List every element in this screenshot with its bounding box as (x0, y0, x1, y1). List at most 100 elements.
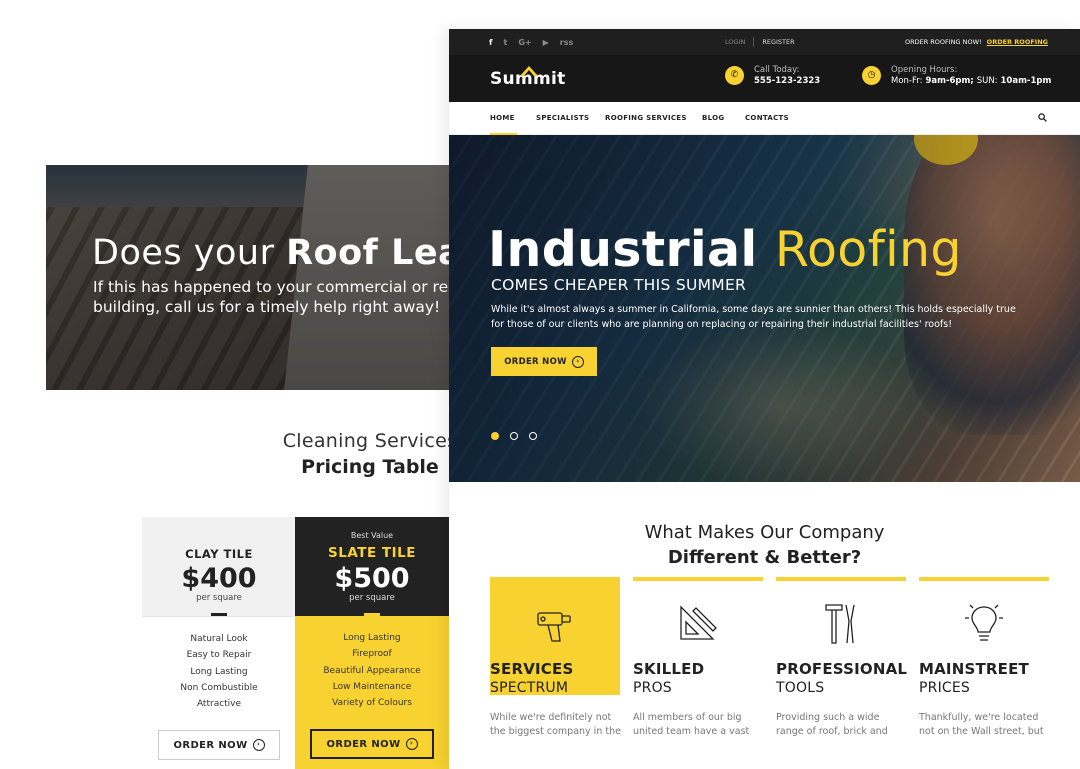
arrow-right-icon: › (405, 738, 418, 751)
pricing-plan-slate: Best Value SLATE TILE $500 per square Lo… (295, 517, 449, 769)
login-link[interactable]: LOGIN (725, 38, 745, 46)
feature-title: MAINSTREET (919, 660, 1029, 678)
plan-feature: Easy to Repair (186, 650, 252, 661)
plan-feature: Long Lasting (190, 666, 248, 677)
feature-mainstreet-prices[interactable]: MAINSTREET PRICES Thankfully, we're loca… (919, 577, 1049, 769)
feature-title: SKILLED (633, 660, 705, 678)
why-us-section: What Makes Our Company Different & Bette… (449, 482, 1080, 769)
plan-feature: Variety of Colours (332, 698, 412, 709)
best-value-badge: Best Value (350, 531, 394, 540)
facebook-icon[interactable]: f (489, 38, 492, 47)
site-logo[interactable]: Summit (490, 66, 566, 89)
roof-leak-banner: Does your Roof Lea If this has happened … (46, 165, 466, 390)
hero-order-now-button[interactable]: ORDER NOW › (491, 347, 597, 376)
feature-subtitle: PROS (633, 680, 672, 696)
feature-skilled-pros[interactable]: SKILLED PROS All members of our big unit… (633, 577, 763, 769)
pricing-plan-clay: CLAY TILE $400 per square Natural Look E… (142, 517, 296, 769)
arrow-right-icon: › (571, 355, 584, 368)
feature-text: All members of our big united team have … (633, 712, 750, 737)
plan-feature: Long Lasting (343, 633, 401, 643)
feature-accent-bar (776, 577, 906, 581)
plan-feature: Attractive (196, 699, 242, 710)
auth-divider (753, 37, 755, 47)
rss-icon[interactable]: rss (560, 38, 573, 47)
hero-subtitle: COMES CHEAPER THIS SUMMER (491, 276, 747, 294)
plan-header: Best Value SLATE TILE $500 per square (295, 517, 449, 616)
plan-unit: per square (349, 593, 395, 603)
main-nav: HOME SPECIALISTS ROOFING SERVICES BLOG C… (449, 102, 1080, 135)
plan-feature: Natural Look (190, 634, 248, 644)
plan-price: $400 (181, 563, 257, 594)
plan-header: CLAY TILE $400 per square (142, 517, 296, 616)
social-links: f t G+ ▶ rss (489, 29, 573, 55)
plan-feature: Fireproof (352, 649, 392, 660)
nav-item-blog[interactable]: BLOG (702, 102, 724, 135)
feature-subtitle: PRICES (919, 680, 971, 696)
call-label: Call Today: (754, 65, 800, 75)
order-now-label: ORDER NOW (173, 739, 248, 751)
slider-dot-3[interactable] (529, 432, 537, 440)
top-order-cta: ORDER ROOFING NOW! ORDER ROOFING (905, 29, 1048, 55)
auth-links: LOGIN REGISTER (725, 29, 795, 55)
feature-title: PROFESSIONAL (776, 660, 908, 678)
plan-unit: per square (196, 593, 242, 603)
plan-name: SLATE TILE (328, 545, 416, 561)
twitter-icon[interactable]: t (503, 38, 507, 47)
feature-text: Thankfully, we're located not on the Wal… (919, 712, 1044, 737)
nav-item-roofing-services[interactable]: ROOFING SERVICES (605, 102, 687, 135)
feature-accent-bar (919, 577, 1049, 581)
site-header: Summit ✆ Call Today: 555-123-2323 ◷ Open… (449, 55, 1080, 102)
call-info: ✆ Call Today: 555-123-2323 (725, 65, 820, 86)
nav-item-home[interactable]: HOME (490, 102, 517, 135)
why-title-line-1: What Makes Our Company (644, 522, 885, 543)
hero-description: While it's almost always a summer in Cal… (491, 304, 1016, 330)
order-roofing-text: ORDER ROOFING NOW! (904, 38, 982, 46)
clock-icon: ◷ (862, 66, 881, 85)
hero-title: Industrial Roofing (488, 221, 962, 278)
order-roofing-link[interactable]: ORDER ROOFING (987, 38, 1048, 46)
phone-number[interactable]: 555-123-2323 (754, 76, 820, 86)
feature-subtitle: SPECTRUM (490, 680, 569, 696)
slider-dots (491, 432, 537, 440)
nav-item-contacts[interactable]: CONTACTS (745, 102, 789, 135)
feature-subtitle: TOOLS (776, 680, 825, 696)
roof-leak-text: If this has happened to your commercial … (93, 278, 466, 316)
top-bar: f t G+ ▶ rss LOGIN REGISTER ORDER ROOFIN… (449, 29, 1080, 55)
register-link[interactable]: REGISTER (762, 38, 794, 46)
search-icon[interactable] (1038, 113, 1047, 122)
main-page-preview: f t G+ ▶ rss LOGIN REGISTER ORDER ROOFIN… (449, 29, 1080, 769)
hero-cta-label: ORDER NOW (504, 356, 567, 367)
plan-features: Natural Look Easy to Repair Long Lasting… (142, 616, 296, 769)
feature-title: SERVICES (490, 660, 574, 678)
ruler-pencil-icon (680, 605, 717, 640)
plan-feature: Low Maintenance (332, 681, 412, 692)
youtube-icon[interactable]: ▶ (543, 38, 549, 47)
phone-icon: ✆ (725, 66, 744, 85)
plan-name: CLAY TILE (185, 547, 253, 561)
feature-text: Providing such a wide range of roof, bri… (776, 712, 888, 737)
plan-features: Long Lasting Fireproof Beautiful Appeara… (295, 616, 449, 769)
plan-price: $500 (334, 563, 410, 594)
lightbulb-icon (965, 604, 1003, 641)
feature-text: While we're definitely not the biggest c… (490, 712, 621, 737)
hours-value: Mon-Fr: 9am-6pm; SUN: 10am-1pm (891, 76, 1052, 86)
why-title-line-2: Different & Better? (667, 547, 862, 568)
roof-logo-icon (520, 66, 538, 76)
order-now-button[interactable]: ORDER NOW › (310, 729, 434, 760)
plan-divider (364, 613, 380, 616)
opening-hours: ◷ Opening Hours: Mon-Fr: 9am-6pm; SUN: 1… (862, 65, 1051, 86)
plan-feature: Beautiful Appearance (323, 665, 421, 676)
order-now-button[interactable]: ORDER NOW › (158, 730, 280, 761)
hero-slider: Industrial Roofing COMES CHEAPER THIS SU… (449, 135, 1080, 482)
feature-professional-tools[interactable]: PROFESSIONAL TOOLS Providing such a wide… (776, 577, 908, 769)
feature-services-spectrum[interactable]: SERVICES SPECTRUM While we're definitely… (490, 577, 621, 769)
feature-accent-bar (633, 577, 763, 581)
slider-dot-2[interactable] (510, 432, 518, 440)
slider-dot-1[interactable] (491, 432, 499, 440)
plan-feature: Non Combustible (180, 682, 258, 693)
arrow-right-icon: › (252, 739, 265, 752)
hours-label: Opening Hours: (891, 65, 958, 75)
nav-item-specialists[interactable]: SPECIALISTS (536, 102, 589, 135)
google-plus-icon[interactable]: G+ (518, 38, 531, 47)
plan-divider (211, 613, 227, 616)
